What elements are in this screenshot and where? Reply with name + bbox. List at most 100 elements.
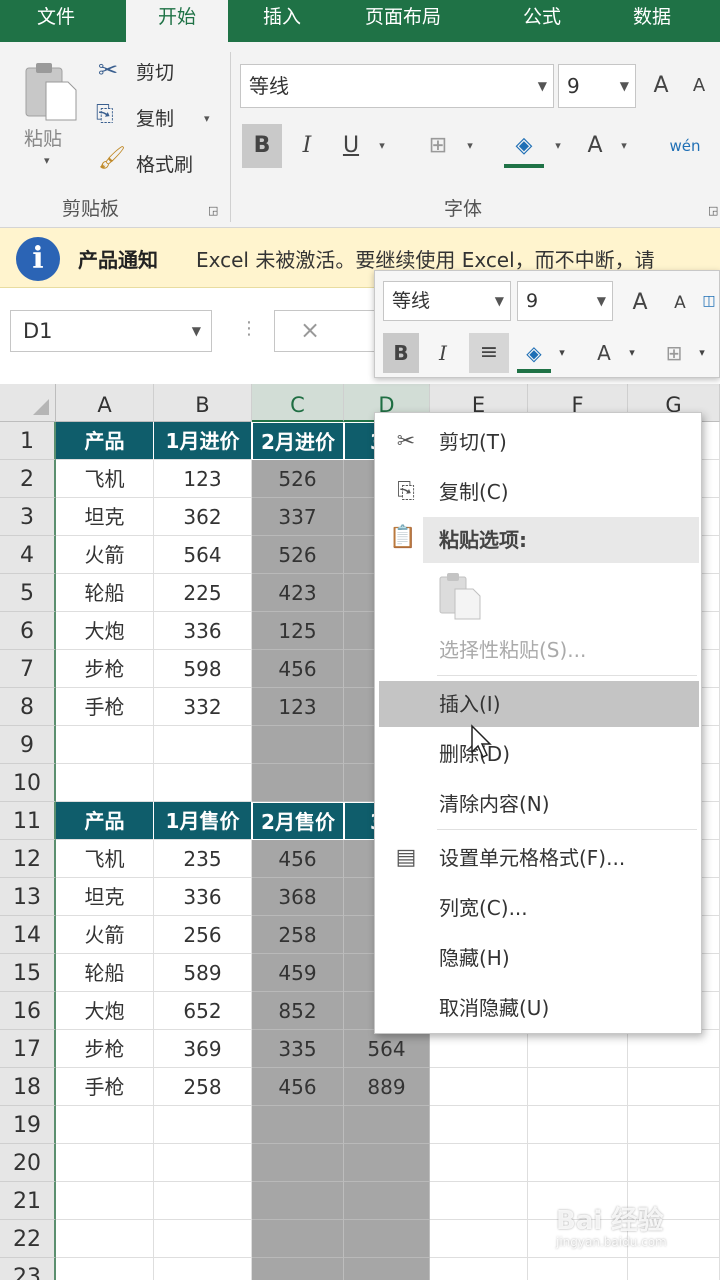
table-cell[interactable]: 坦克 bbox=[56, 878, 154, 916]
table-cell[interactable]: 飞机 bbox=[56, 460, 154, 498]
cut-button[interactable]: 剪切 bbox=[136, 58, 174, 85]
row-header[interactable]: 16 bbox=[0, 992, 56, 1030]
row-header[interactable]: 20 bbox=[0, 1144, 56, 1182]
row-header[interactable]: 10 bbox=[0, 764, 56, 802]
tab-file[interactable]: 文件 bbox=[0, 0, 112, 42]
underline-dropdown-icon[interactable]: ▾ bbox=[372, 124, 392, 168]
menu-item-hide[interactable]: 隐藏(H) bbox=[379, 935, 699, 981]
copy-dropdown-icon[interactable]: ▾ bbox=[204, 112, 210, 125]
table-cell[interactable] bbox=[252, 764, 344, 802]
column-header-b[interactable]: B bbox=[154, 384, 252, 422]
table-cell[interactable]: 526 bbox=[252, 536, 344, 574]
menu-item-unhide[interactable]: 取消隐藏(U) bbox=[379, 985, 699, 1031]
table-cell[interactable]: 456 bbox=[252, 1068, 344, 1106]
tab-formulas[interactable]: 公式 bbox=[494, 0, 590, 42]
mini-italic-button[interactable]: I bbox=[427, 333, 459, 373]
table-cell[interactable]: 336 bbox=[154, 612, 252, 650]
mini-fill-dropdown-icon[interactable]: ▾ bbox=[553, 333, 571, 373]
menu-item-clear-contents[interactable]: 清除内容(N) bbox=[379, 781, 699, 827]
row-header[interactable]: 1 bbox=[0, 422, 56, 460]
table-cell[interactable] bbox=[154, 1258, 252, 1280]
table-cell[interactable] bbox=[154, 764, 252, 802]
table-cell[interactable] bbox=[252, 1106, 344, 1144]
row-header[interactable]: 23 bbox=[0, 1258, 56, 1280]
select-all-button[interactable] bbox=[0, 384, 56, 422]
tab-insert[interactable]: 插入 bbox=[236, 0, 328, 42]
table-cell[interactable]: 123 bbox=[154, 460, 252, 498]
row-header[interactable]: 18 bbox=[0, 1068, 56, 1106]
row-header[interactable]: 12 bbox=[0, 840, 56, 878]
table-cell[interactable]: 335 bbox=[252, 1030, 344, 1068]
table-cell[interactable]: 459 bbox=[252, 954, 344, 992]
table-cell[interactable]: 589 bbox=[154, 954, 252, 992]
table-cell[interactable]: 332 bbox=[154, 688, 252, 726]
cancel-entry-button[interactable]: × bbox=[300, 316, 320, 344]
menu-item-column-width[interactable]: 列宽(C)... bbox=[379, 885, 699, 931]
table-cell[interactable] bbox=[628, 1144, 720, 1182]
table-cell[interactable]: 423 bbox=[252, 574, 344, 612]
table-cell[interactable] bbox=[344, 1258, 430, 1280]
table-cell[interactable] bbox=[430, 1144, 528, 1182]
row-header[interactable]: 19 bbox=[0, 1106, 56, 1144]
tab-data[interactable]: 数据 bbox=[604, 0, 700, 42]
table-header-cell[interactable]: 产品 bbox=[56, 422, 154, 460]
menu-item-cut[interactable]: ✂ 剪切(T) bbox=[379, 419, 699, 465]
row-header[interactable]: 15 bbox=[0, 954, 56, 992]
table-cell[interactable]: 336 bbox=[154, 878, 252, 916]
mini-font-size-select[interactable]: 9 ▼ bbox=[517, 281, 613, 321]
formula-bar-grip-icon[interactable]: ⋮ bbox=[240, 318, 258, 339]
table-header-cell[interactable]: 1月进价 bbox=[154, 422, 252, 460]
table-cell[interactable] bbox=[154, 726, 252, 764]
table-cell[interactable]: 火箭 bbox=[56, 916, 154, 954]
table-cell[interactable]: 564 bbox=[344, 1030, 430, 1068]
table-cell[interactable] bbox=[252, 1182, 344, 1220]
copy-button[interactable]: 复制 bbox=[136, 104, 174, 131]
clipboard-launcher-icon[interactable]: ◲ bbox=[208, 204, 218, 217]
font-color-button[interactable]: A bbox=[578, 124, 612, 168]
font-size-select[interactable]: 9 ▼ bbox=[558, 64, 636, 108]
table-cell[interactable]: 258 bbox=[252, 916, 344, 954]
table-cell[interactable] bbox=[528, 1068, 628, 1106]
table-cell[interactable] bbox=[252, 726, 344, 764]
table-cell[interactable]: 225 bbox=[154, 574, 252, 612]
tab-home[interactable]: 开始 bbox=[126, 0, 228, 42]
table-cell[interactable] bbox=[56, 1106, 154, 1144]
table-cell[interactable] bbox=[344, 1220, 430, 1258]
table-cell[interactable] bbox=[344, 1182, 430, 1220]
table-cell[interactable]: 坦克 bbox=[56, 498, 154, 536]
borders-icon[interactable]: ⊞ bbox=[418, 124, 458, 168]
formula-input[interactable] bbox=[274, 310, 384, 352]
shrink-font-button[interactable]: A bbox=[684, 64, 714, 108]
menu-item-paste-special[interactable]: 选择性粘贴(S)... bbox=[379, 627, 699, 673]
paste-option-icon[interactable] bbox=[437, 571, 483, 621]
table-cell[interactable]: 大炮 bbox=[56, 612, 154, 650]
table-cell[interactable] bbox=[628, 1068, 720, 1106]
table-header-cell[interactable]: 2月进价 bbox=[252, 422, 344, 460]
bold-button[interactable]: B bbox=[242, 124, 282, 168]
menu-item-insert[interactable]: 插入(I) bbox=[379, 681, 699, 727]
table-cell[interactable]: 652 bbox=[154, 992, 252, 1030]
mini-align-center-icon[interactable]: ≡ bbox=[469, 333, 509, 373]
paste-dropdown-icon[interactable]: ▾ bbox=[44, 154, 50, 167]
table-cell[interactable]: 337 bbox=[252, 498, 344, 536]
fill-color-icon[interactable]: ◈ bbox=[504, 124, 544, 168]
table-cell[interactable] bbox=[528, 1030, 628, 1068]
row-header[interactable]: 3 bbox=[0, 498, 56, 536]
row-header[interactable]: 17 bbox=[0, 1030, 56, 1068]
table-cell[interactable]: 526 bbox=[252, 460, 344, 498]
table-cell[interactable]: 256 bbox=[154, 916, 252, 954]
table-cell[interactable] bbox=[154, 1220, 252, 1258]
table-cell[interactable]: 轮船 bbox=[56, 574, 154, 612]
table-cell[interactable] bbox=[528, 1258, 628, 1280]
menu-item-delete[interactable]: 删除(D) bbox=[379, 731, 699, 777]
table-cell[interactable] bbox=[628, 1106, 720, 1144]
row-header[interactable]: 2 bbox=[0, 460, 56, 498]
row-header[interactable]: 7 bbox=[0, 650, 56, 688]
table-cell[interactable] bbox=[430, 1220, 528, 1258]
font-name-select[interactable]: 等线 ▼ bbox=[240, 64, 554, 108]
row-header[interactable]: 13 bbox=[0, 878, 56, 916]
mini-borders-dropdown-icon[interactable]: ▾ bbox=[693, 333, 711, 373]
row-header[interactable]: 4 bbox=[0, 536, 56, 574]
table-cell[interactable]: 852 bbox=[252, 992, 344, 1030]
table-cell[interactable]: 456 bbox=[252, 650, 344, 688]
